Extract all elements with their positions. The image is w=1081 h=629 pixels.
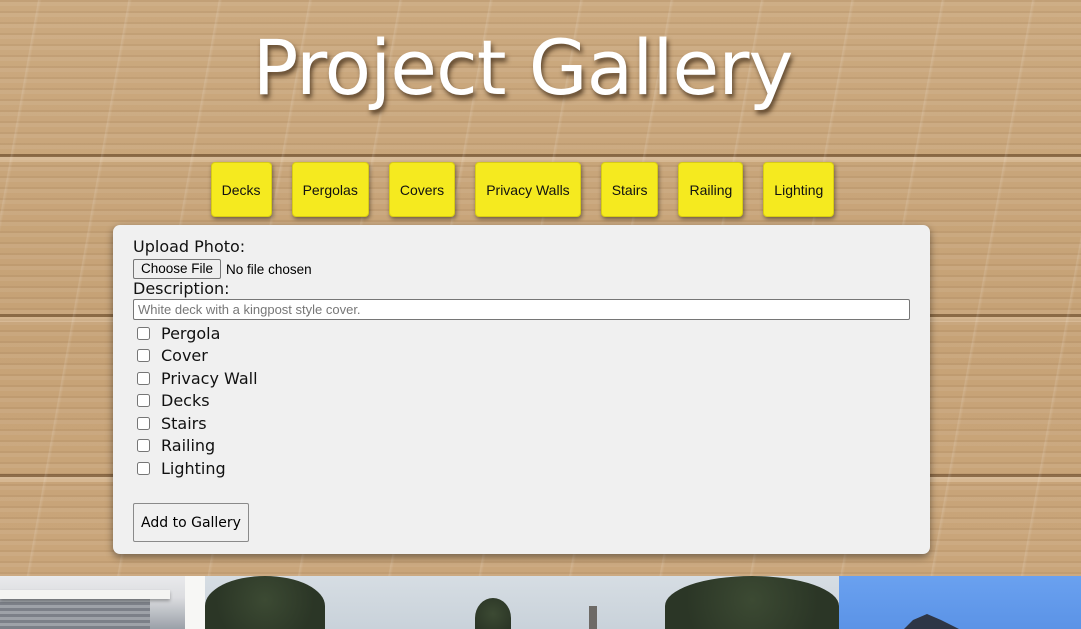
category-label: Lighting <box>161 458 226 478</box>
stairs-checkbox[interactable] <box>137 416 150 430</box>
category-label: Decks <box>161 391 210 411</box>
photo-detail-pole <box>589 606 597 629</box>
filter-button-pergolas[interactable]: Pergolas <box>291 162 369 217</box>
category-label: Railing <box>161 436 216 456</box>
photo-detail-house <box>899 614 969 629</box>
category-option-railing[interactable]: Railing <box>133 435 910 458</box>
category-checkbox-list: Pergola Cover Privacy Wall Decks Stairs … <box>133 322 910 480</box>
category-filter-bar: Decks Pergolas Covers Privacy Walls Stai… <box>0 162 1045 217</box>
photo-detail-tree <box>475 598 511 629</box>
photo-detail-roof <box>0 598 150 629</box>
file-picker: Choose File No file chosen <box>133 259 910 279</box>
category-option-privacy-wall[interactable]: Privacy Wall <box>133 367 910 390</box>
category-label: Stairs <box>161 413 207 433</box>
category-option-pergola[interactable]: Pergola <box>133 322 910 345</box>
file-status-text: No file chosen <box>226 261 312 277</box>
category-option-decks[interactable]: Decks <box>133 390 910 413</box>
pergola-checkbox[interactable] <box>137 326 150 340</box>
photo-detail-fascia <box>0 590 170 599</box>
gallery-photo[interactable] <box>0 576 205 629</box>
gallery-photo[interactable] <box>205 576 839 629</box>
add-to-gallery-button[interactable]: Add to Gallery <box>133 503 249 542</box>
photo-detail-tree <box>665 576 839 629</box>
category-option-lighting[interactable]: Lighting <box>133 457 910 480</box>
filter-button-lighting[interactable]: Lighting <box>763 162 835 217</box>
category-label: Privacy Wall <box>161 368 258 388</box>
page-title: Project Gallery <box>252 23 794 112</box>
description-label: Description: <box>133 279 230 298</box>
category-label: Pergola <box>161 323 221 343</box>
category-option-stairs[interactable]: Stairs <box>133 412 910 435</box>
railing-checkbox[interactable] <box>137 439 150 453</box>
photo-detail-post <box>185 576 205 629</box>
cover-checkbox[interactable] <box>137 349 150 363</box>
decks-checkbox[interactable] <box>137 394 150 408</box>
gallery-photo[interactable] <box>839 576 1081 629</box>
category-option-cover[interactable]: Cover <box>133 345 910 368</box>
choose-file-button[interactable]: Choose File <box>133 259 222 279</box>
photo-detail-tree <box>205 576 325 629</box>
gallery-photo-strip <box>0 576 1081 629</box>
filter-button-decks[interactable]: Decks <box>210 162 272 217</box>
upload-photo-label: Upload Photo: <box>133 237 246 256</box>
category-label: Cover <box>161 346 208 366</box>
filter-button-railing[interactable]: Railing <box>678 162 744 217</box>
filter-button-privacy-walls[interactable]: Privacy Walls <box>475 162 581 217</box>
privacy-wall-checkbox[interactable] <box>137 371 150 385</box>
description-input[interactable] <box>133 299 910 320</box>
lighting-checkbox[interactable] <box>137 461 150 475</box>
filter-button-stairs[interactable]: Stairs <box>600 162 659 217</box>
upload-form-panel: Upload Photo: Choose File No file chosen… <box>113 225 930 554</box>
filter-button-covers[interactable]: Covers <box>388 162 456 217</box>
